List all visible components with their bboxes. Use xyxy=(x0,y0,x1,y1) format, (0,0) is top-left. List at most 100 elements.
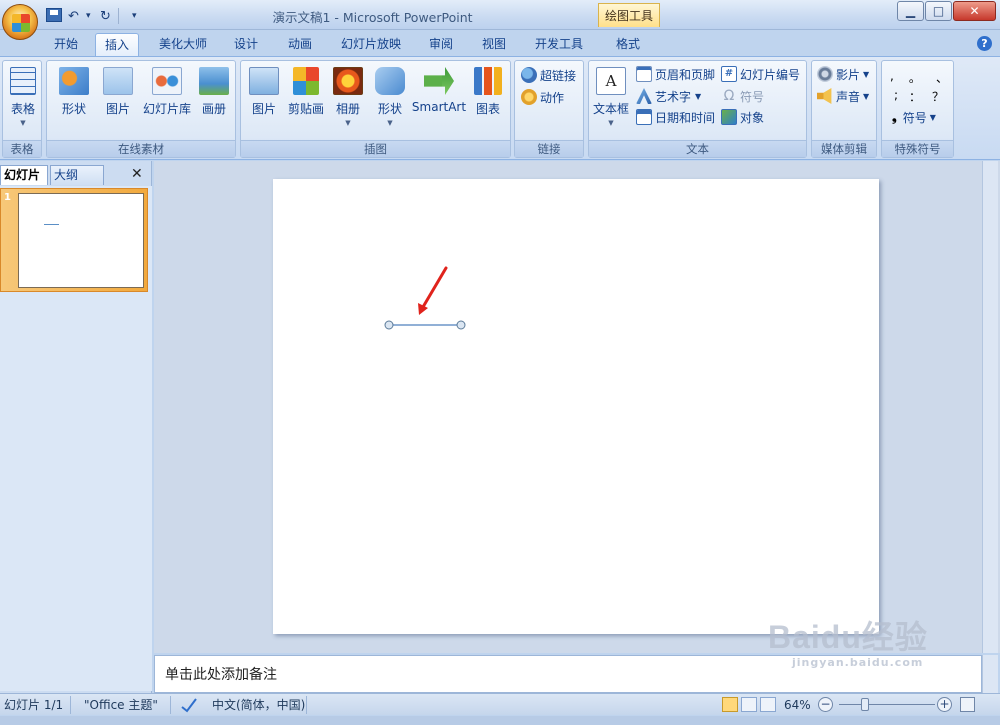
clip-art-icon xyxy=(293,67,319,95)
symbol-label: 符号 xyxy=(740,89,765,104)
punctuation-row-1: , 。 、 xyxy=(890,69,948,86)
symbol-question[interactable]: ？ xyxy=(932,88,944,105)
slide-library-button[interactable]: 幻灯片库 xyxy=(139,67,195,117)
line-start-handle[interactable] xyxy=(384,320,394,330)
speaker-icon xyxy=(817,88,832,104)
insert-picture-button[interactable]: 图片 xyxy=(243,67,285,117)
wordart-icon xyxy=(636,88,652,104)
hyperlink-icon xyxy=(521,67,537,83)
insert-shapes-button[interactable]: 形状 ▼ xyxy=(369,67,411,127)
slide-count-status: 幻灯片 1/1 xyxy=(4,698,64,712)
spell-check-icon[interactable] xyxy=(180,697,198,713)
watermark-logo: Baidu经验 xyxy=(768,619,928,655)
wordart-button[interactable]: 艺术字 ▼ xyxy=(636,86,701,106)
minimize-button[interactable]: ▁ xyxy=(897,1,924,21)
symbol-comma[interactable]: , xyxy=(890,69,894,86)
tab-beautify-master[interactable]: 美化大师 xyxy=(150,33,216,56)
clip-art-label: 剪贴画 xyxy=(287,102,324,116)
slide-sorter-view-icon[interactable] xyxy=(741,697,757,712)
group-label-online-materials: 在线素材 xyxy=(47,140,235,157)
language-status[interactable]: 中文(简体，中国) xyxy=(212,697,305,713)
slide-thumbnail-row[interactable]: 1 xyxy=(0,188,148,292)
zoom-in-button[interactable]: + xyxy=(937,697,952,712)
textbox-label: 文本框 xyxy=(592,102,629,116)
close-button[interactable]: ✕ xyxy=(953,1,996,21)
zoom-out-button[interactable]: − xyxy=(818,697,833,712)
hyperlink-button[interactable]: 超链接 xyxy=(521,65,576,85)
tab-slides[interactable]: 幻灯片 xyxy=(0,165,48,185)
chevron-down-icon: ▼ xyxy=(929,112,936,122)
photo-album-button[interactable]: 相册 ▼ xyxy=(327,67,369,127)
special-symbol-label: 符号 xyxy=(902,110,927,125)
online-picture-button[interactable]: 图片 xyxy=(97,67,139,117)
symbol-period[interactable]: 。 xyxy=(909,69,921,86)
album-label: 画册 xyxy=(201,102,226,116)
slide-number-label: 幻灯片编号 xyxy=(740,67,801,82)
datetime-button[interactable]: 日期和时间 xyxy=(636,107,715,127)
line-end-handle[interactable] xyxy=(456,320,466,330)
album-button[interactable]: 画册 xyxy=(193,67,235,117)
header-footer-button[interactable]: 页眉和页脚 xyxy=(636,64,715,84)
tab-outline[interactable]: 大纲 xyxy=(50,165,104,185)
maximize-button[interactable]: □ xyxy=(925,1,952,21)
header-footer-icon xyxy=(636,66,652,82)
help-icon[interactable]: ? xyxy=(977,36,992,51)
table-button[interactable]: 表格 ▼ xyxy=(2,67,44,127)
slide-canvas[interactable] xyxy=(273,179,879,634)
action-button[interactable]: 动作 xyxy=(521,87,564,107)
symbol-enum-comma[interactable]: 、 xyxy=(936,69,948,86)
group-text: A 文本框 ▼ 页眉和页脚 艺术字 ▼ 日期和时间 # 幻灯片编号 Ω 符号 对… xyxy=(588,60,807,158)
title-bar: ↶ ▾ ↻ ▾ 演示文稿1 - Microsoft PowerPoint 绘图工… xyxy=(0,0,1000,30)
notes-scrollbar[interactable] xyxy=(982,655,998,693)
chevron-down-icon: ▼ xyxy=(863,69,870,79)
clip-art-button[interactable]: 剪贴画 xyxy=(283,67,329,117)
textbox-button[interactable]: A 文本框 ▼ xyxy=(592,67,630,127)
theme-status: "Office 主题" xyxy=(84,698,158,712)
symbol-colon[interactable]: ： xyxy=(909,88,921,105)
tab-format[interactable]: 格式 xyxy=(606,33,650,56)
zoom-level[interactable]: 64% xyxy=(784,697,811,713)
symbol-button[interactable]: Ω 符号 xyxy=(721,86,764,106)
slide-shapes xyxy=(384,266,466,330)
zoom-slider-thumb[interactable] xyxy=(861,698,869,711)
tab-developer[interactable]: 开发工具 xyxy=(527,33,591,56)
tab-slide-show[interactable]: 幻灯片放映 xyxy=(334,33,408,56)
tab-design[interactable]: 设计 xyxy=(226,33,266,56)
baidu-watermark: Baidu经验 jingyan.baidu.com xyxy=(768,612,928,669)
group-label-links: 链接 xyxy=(515,140,583,157)
tab-insert[interactable]: 插入 xyxy=(95,33,139,56)
slide-show-view-icon[interactable] xyxy=(760,697,776,712)
close-icon[interactable]: ✕ xyxy=(131,166,143,182)
chevron-down-icon: ▼ xyxy=(20,119,26,127)
slide-thumbnail[interactable] xyxy=(18,193,144,288)
slide-thumbnails-list: 1 xyxy=(0,186,152,691)
action-icon xyxy=(521,89,537,105)
action-label: 动作 xyxy=(540,90,565,105)
ribbon-tabs: 开始 插入 美化大师 设计 动画 幻灯片放映 审阅 视图 开发工具 格式 xyxy=(0,30,1000,56)
online-shapes-button[interactable]: 形状 xyxy=(53,67,95,117)
smartart-button[interactable]: SmartArt xyxy=(409,67,469,114)
vertical-scrollbar[interactable] xyxy=(982,161,998,653)
tab-review[interactable]: 审阅 xyxy=(421,33,461,56)
wordart-label: 艺术字 xyxy=(655,89,692,104)
normal-view-icon[interactable] xyxy=(722,697,738,712)
sound-label: 声音 xyxy=(836,89,861,104)
office-button[interactable] xyxy=(2,4,38,40)
chevron-down-icon: ▼ xyxy=(387,119,393,127)
tab-home[interactable]: 开始 xyxy=(46,33,86,56)
zoom-slider-track[interactable] xyxy=(839,704,935,705)
panel-tabs: 幻灯片 大纲 ✕ xyxy=(0,163,152,185)
tab-animations[interactable]: 动画 xyxy=(280,33,320,56)
sound-button[interactable]: 声音 ▼ xyxy=(817,86,869,106)
fit-to-window-icon[interactable] xyxy=(960,697,975,712)
table-icon xyxy=(10,67,36,95)
group-label-media-clips: 媒体剪辑 xyxy=(812,140,876,157)
slide-number-button[interactable]: # 幻灯片编号 xyxy=(721,64,800,84)
chart-button[interactable]: 图表 xyxy=(467,67,509,117)
tab-view[interactable]: 视图 xyxy=(474,33,514,56)
movie-button[interactable]: 影片 ▼ xyxy=(817,64,869,84)
object-button[interactable]: 对象 xyxy=(721,107,764,127)
symbol-semicolon[interactable]: ; xyxy=(894,88,898,105)
table-label: 表格 xyxy=(10,102,35,116)
special-symbol-button[interactable]: ❟ 符号 ▼ xyxy=(892,107,936,127)
